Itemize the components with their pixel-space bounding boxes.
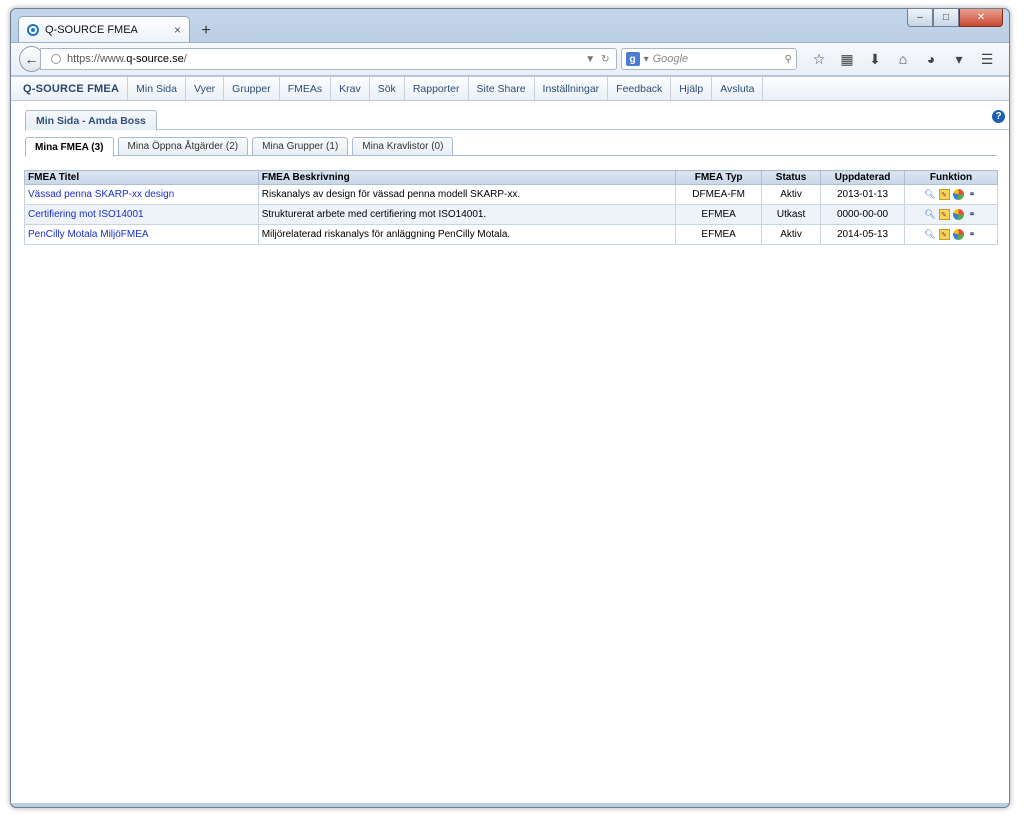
menu-item-min-sida[interactable]: Min Sida [128,77,186,100]
menu-item-grupper[interactable]: Grupper [224,77,280,100]
table-row: PenCilly Motala MiljöFMEA Miljörelaterad… [24,224,998,245]
column-header-type[interactable]: FMEA Typ [675,170,763,185]
edit-document-icon[interactable]: ✎ [938,189,950,200]
tab-mina-fmea[interactable]: Mina FMEA (3) [25,137,114,157]
menu-item-installningar[interactable]: Inställningar [535,77,609,100]
browser-navbar: ← https://www.q-source.se/ ▼ ↻ g ▾ Googl… [11,42,1009,76]
addon-icon[interactable]: ◕ [917,46,945,72]
share-link-icon[interactable]: ⚭ [967,229,978,240]
report-chart-icon[interactable] [952,229,964,240]
toolbar-icons: ☆ ▦ ⬇ ⌂ ◕ ▾ ☰ [805,46,1001,72]
fmea-functions: 🔍︎ ✎ ⚭ [904,184,998,205]
fmea-functions: 🔍︎ ✎ ⚭ [904,204,998,225]
column-header-title[interactable]: FMEA Titel [24,170,259,185]
url-bar[interactable]: https://www.q-source.se/ ▼ ↻ [39,48,617,70]
menu-item-site-share[interactable]: Site Share [469,77,535,100]
fmea-status: Aktiv [761,224,822,245]
bookmark-star-icon[interactable]: ☆ [805,46,833,72]
tab-min-sida[interactable]: Min Sida - Amda Boss [25,110,157,131]
fmea-description: Miljörelaterad riskanalys för anläggning… [257,224,677,245]
report-chart-icon[interactable] [952,189,964,200]
app-menubar: Q-SOURCE FMEA Min Sida Vyer Grupper FMEA… [11,77,1009,101]
hamburger-menu-icon[interactable]: ☰ [973,46,1001,72]
view-magnifier-icon[interactable]: 🔍︎ [924,229,935,240]
browser-tab-title: Q-SOURCE FMEA [45,23,138,36]
bookmarks-menu-icon[interactable]: ▦ [833,46,861,72]
menu-item-rapporter[interactable]: Rapporter [405,77,469,100]
share-link-icon[interactable]: ⚭ [967,209,978,220]
tab-mina-oppna-atgarder[interactable]: Mina Öppna Åtgärder (2) [117,137,249,156]
page-tabbar: Min Sida - Amda Boss [25,110,1009,131]
fmea-type: EFMEA [675,204,763,225]
menu-item-fmeas[interactable]: FMEAs [280,77,332,100]
fmea-type: DFMEA-FM [675,184,763,205]
fmea-updated: 0000-00-00 [820,204,905,225]
table-header-row: FMEA Titel FMEA Beskrivning FMEA Typ Sta… [24,170,998,185]
google-search-engine-icon[interactable]: g [625,52,640,66]
fmea-type: EFMEA [675,224,763,245]
menu-item-krav[interactable]: Krav [331,77,370,100]
menu-item-hjalp[interactable]: Hjälp [671,77,713,100]
new-tab-button[interactable]: + [194,20,218,42]
fmea-status: Aktiv [761,184,822,205]
help-icon[interactable]: ? [992,110,1005,123]
menu-item-feedback[interactable]: Feedback [608,77,672,100]
globe-icon [50,54,61,64]
browser-tab[interactable]: Q-SOURCE FMEA × [18,16,190,42]
download-icon[interactable]: ⬇ [861,46,889,72]
fmea-table: FMEA Titel FMEA Beskrivning FMEA Typ Sta… [24,170,998,245]
column-header-updated[interactable]: Uppdaterad [820,170,905,185]
subtabs: Mina FMEA (3) Mina Öppna Åtgärder (2) Mi… [25,137,997,157]
tab-mina-grupper[interactable]: Mina Grupper (1) [252,137,349,156]
fmea-title-link[interactable]: Certifiering mot ISO14001 [24,204,259,225]
app-brand: Q-SOURCE FMEA [11,77,129,100]
home-icon[interactable]: ⌂ [889,46,917,72]
reload-icon[interactable]: ↻ [601,54,609,65]
fmea-updated: 2014-05-13 [820,224,905,245]
report-chart-icon[interactable] [952,209,964,220]
search-icon[interactable]: ⚲ [785,54,792,65]
page-content: Q-SOURCE FMEA Min Sida Vyer Grupper FMEA… [11,77,1009,803]
site-favicon-icon [27,23,39,36]
edit-document-icon[interactable]: ✎ [938,229,950,240]
column-header-status[interactable]: Status [761,170,822,185]
close-window-button[interactable]: ✕ [959,9,1003,27]
table-row: Vässad penna SKARP-xx design Riskanalys … [24,184,998,205]
view-magnifier-icon[interactable]: 🔍︎ [924,189,935,200]
menu-item-vyer[interactable]: Vyer [186,77,225,100]
fmea-title-link[interactable]: Vässad penna SKARP-xx design [24,184,259,205]
share-link-icon[interactable]: ⚭ [967,189,978,200]
search-input[interactable]: Google [653,53,781,65]
view-magnifier-icon[interactable]: 🔍︎ [924,209,935,220]
fmea-status: Utkast [761,204,822,225]
menu-item-sok[interactable]: Sök [370,77,405,100]
close-tab-icon[interactable]: × [174,23,181,37]
fmea-description: Riskanalys av design för vässad penna mo… [257,184,677,205]
minimize-button[interactable]: – [907,9,933,27]
url-text[interactable]: https://www.q-source.se/ [67,53,579,65]
fmea-updated: 2013-01-13 [820,184,905,205]
fmea-title-link[interactable]: PenCilly Motala MiljöFMEA [24,224,259,245]
table-row: Certifiering mot ISO14001 Strukturerat a… [24,204,998,225]
addon-dropdown-icon[interactable]: ▾ [945,46,973,72]
search-engine-dropdown-icon[interactable]: ▾ [644,54,649,65]
menu-item-avsluta[interactable]: Avsluta [712,77,764,100]
column-header-description[interactable]: FMEA Beskrivning [257,170,677,185]
column-header-function: Funktion [904,170,998,185]
dropdown-arrow-icon[interactable]: ▼ [585,54,595,65]
fmea-functions: 🔍︎ ✎ ⚭ [904,224,998,245]
edit-document-icon[interactable]: ✎ [938,209,950,220]
browser-tabstrip: Q-SOURCE FMEA × + [18,14,218,42]
maximize-button[interactable]: □ [933,9,959,27]
fmea-description: Strukturerat arbete med certifiering mot… [257,204,677,225]
window-controls: – □ ✕ [907,9,1003,27]
tab-mina-kravlistor[interactable]: Mina Kravlistor (0) [352,137,454,156]
search-bar[interactable]: g ▾ Google ⚲ [620,48,797,70]
